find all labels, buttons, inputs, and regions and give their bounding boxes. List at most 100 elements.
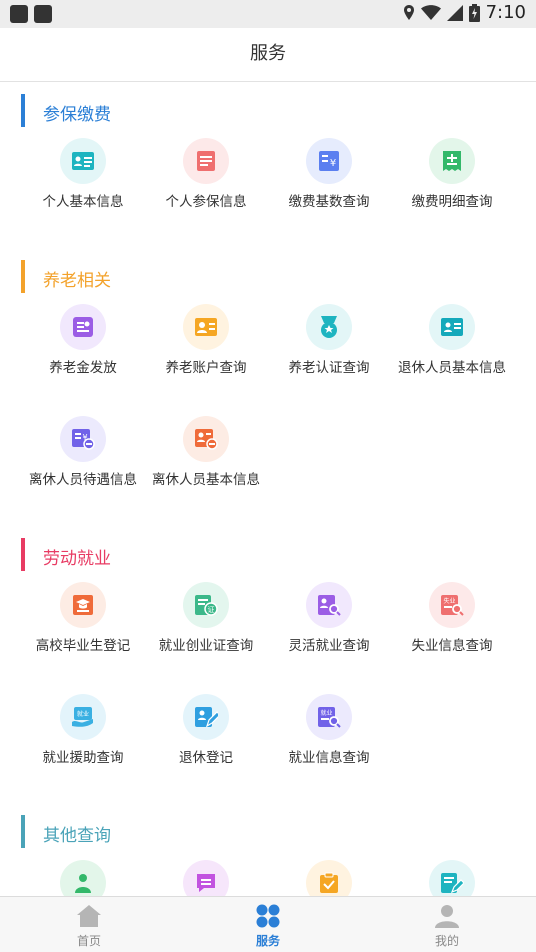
service-label: 养老认证查询 <box>288 360 370 376</box>
service-payment-base-query[interactable]: ¥ 缴费基数查询 <box>262 138 396 238</box>
section-title: 劳动就业 <box>43 549 111 569</box>
section-header: 参保缴费 <box>0 94 536 130</box>
battery-icon <box>468 3 480 22</box>
flexible-job-search-icon <box>306 582 352 628</box>
section-header: 养老相关 <box>0 260 536 296</box>
service-retiree-info[interactable]: 离休人员基本信息 <box>139 416 273 516</box>
employment-aid-icon: 就业 <box>60 694 106 740</box>
profile-icon <box>435 905 459 928</box>
unemployment-icon: 失业 <box>429 582 475 628</box>
signal-icon <box>446 4 463 21</box>
status-icons: 7:10 <box>403 2 526 23</box>
certificate-icon: 证 <box>183 582 229 628</box>
section-pension: 养老相关 养老金发放 养老账户查询 养老认证查询 退休人员基本信息 ¥ 离休人员… <box>0 260 536 488</box>
service-personal-insurance-info[interactable]: 个人参保信息 <box>139 138 273 238</box>
service-pension-account-query[interactable]: 养老账户查询 <box>139 304 273 404</box>
service-label: 离休人员待遇信息 <box>29 472 137 488</box>
retiree-benefit-icon: ¥ <box>60 416 106 462</box>
notification-icon <box>34 5 52 23</box>
service-label: 就业创业证查询 <box>158 638 254 654</box>
status-bar: 7:10 <box>0 0 536 28</box>
message-icon <box>183 860 229 896</box>
tab-label: 服务 <box>255 934 280 948</box>
section-other-queries: 其他查询 <box>0 815 536 896</box>
section-accent-bar <box>21 260 25 293</box>
service-pension-certification-query[interactable]: 养老认证查询 <box>262 304 396 404</box>
retiree-card-icon <box>429 304 475 350</box>
id-card-icon <box>60 138 106 184</box>
certification-medal-icon <box>306 304 352 350</box>
edit-form-icon <box>429 860 475 896</box>
page-title: 服务 <box>250 43 286 64</box>
service-retiree-basic-info[interactable]: 退休人员基本信息 <box>385 304 519 404</box>
service-pension-payout[interactable]: 养老金发放 <box>16 304 150 404</box>
section-accent-bar <box>21 94 25 127</box>
svg-text:就业: 就业 <box>320 709 332 717</box>
graduate-icon <box>60 582 106 628</box>
service-label: 高校毕业生登记 <box>35 638 131 654</box>
service-label: 离休人员基本信息 <box>152 472 260 488</box>
service-other-1[interactable] <box>16 860 150 896</box>
home-icon <box>77 905 101 927</box>
tab-profile[interactable]: 我的 <box>358 897 536 952</box>
section-title: 参保缴费 <box>43 105 111 125</box>
document-icon <box>183 138 229 184</box>
section-title: 养老相关 <box>43 271 111 291</box>
service-label: 缴费明细查询 <box>411 194 493 210</box>
clock: 7:10 <box>485 2 526 23</box>
service-label: 养老金发放 <box>49 360 117 376</box>
employment-info-icon: 就业 <box>306 694 352 740</box>
bottom-tab-bar: 首页 服务 我的 <box>0 896 536 952</box>
svg-text:就业: 就业 <box>77 710 89 718</box>
service-label: 缴费基数查询 <box>288 194 370 210</box>
notification-icons <box>10 5 52 23</box>
service-payment-detail-query[interactable]: 缴费明细查询 <box>385 138 519 238</box>
service-label: 个人参保信息 <box>165 194 247 210</box>
section-header: 其他查询 <box>0 815 536 851</box>
services-icon <box>256 904 280 928</box>
wifi-icon <box>420 4 441 20</box>
service-label: 个人基本信息 <box>42 194 124 210</box>
service-label: 就业信息查询 <box>288 750 370 766</box>
service-employment-aid-query[interactable]: 就业 就业援助查询 <box>16 694 150 794</box>
receipt-icon <box>429 138 475 184</box>
service-graduate-registration[interactable]: 高校毕业生登记 <box>16 582 150 682</box>
service-label: 灵活就业查询 <box>288 638 370 654</box>
retiree-info-icon <box>183 416 229 462</box>
service-personal-basic-info[interactable]: 个人基本信息 <box>16 138 150 238</box>
person-icon <box>60 860 106 896</box>
section-accent-bar <box>21 815 25 848</box>
service-entrepreneurship-certificate-query[interactable]: 证 就业创业证查询 <box>139 582 273 682</box>
retirement-register-icon <box>183 694 229 740</box>
tab-label: 首页 <box>76 934 101 948</box>
service-other-2[interactable] <box>139 860 273 896</box>
pension-payout-icon <box>60 304 106 350</box>
service-retirement-registration[interactable]: 退休登记 <box>139 694 273 794</box>
location-icon <box>403 4 414 20</box>
payment-base-icon: ¥ <box>306 138 352 184</box>
service-label: 退休人员基本信息 <box>398 360 506 376</box>
checklist-icon <box>306 860 352 896</box>
section-title: 其他查询 <box>43 826 111 846</box>
pension-account-icon <box>183 304 229 350</box>
service-employment-info-query[interactable]: 就业 就业信息查询 <box>262 694 396 794</box>
service-flexible-employment-query[interactable]: 灵活就业查询 <box>262 582 396 682</box>
service-retiree-benefit-info[interactable]: ¥ 离休人员待遇信息 <box>16 416 150 516</box>
tab-services[interactable]: 服务 <box>179 897 357 952</box>
service-unemployment-info-query[interactable]: 失业 失业信息查询 <box>385 582 519 682</box>
section-header: 劳动就业 <box>0 538 536 574</box>
svg-text:¥: ¥ <box>330 158 336 169</box>
service-label: 退休登记 <box>179 750 233 766</box>
service-other-3[interactable] <box>262 860 396 896</box>
service-label: 就业援助查询 <box>42 750 124 766</box>
notification-icon <box>10 5 28 23</box>
section-accent-bar <box>21 538 25 571</box>
svg-text:证: 证 <box>208 606 215 614</box>
service-other-4[interactable] <box>385 860 519 896</box>
service-label: 失业信息查询 <box>411 638 493 654</box>
section-employment: 劳动就业 高校毕业生登记 证 就业创业证查询 灵活就业查询 失业 失业信息查询 … <box>0 538 536 766</box>
app-header: 服务 <box>0 28 536 82</box>
section-insurance-payment: 参保缴费 个人基本信息 个人参保信息 ¥ 缴费基数查询 缴费明细查询 <box>0 94 536 210</box>
tab-home[interactable]: 首页 <box>0 897 178 952</box>
services-list[interactable]: 参保缴费 个人基本信息 个人参保信息 ¥ 缴费基数查询 缴费明细查询 养老相关 … <box>0 83 536 896</box>
